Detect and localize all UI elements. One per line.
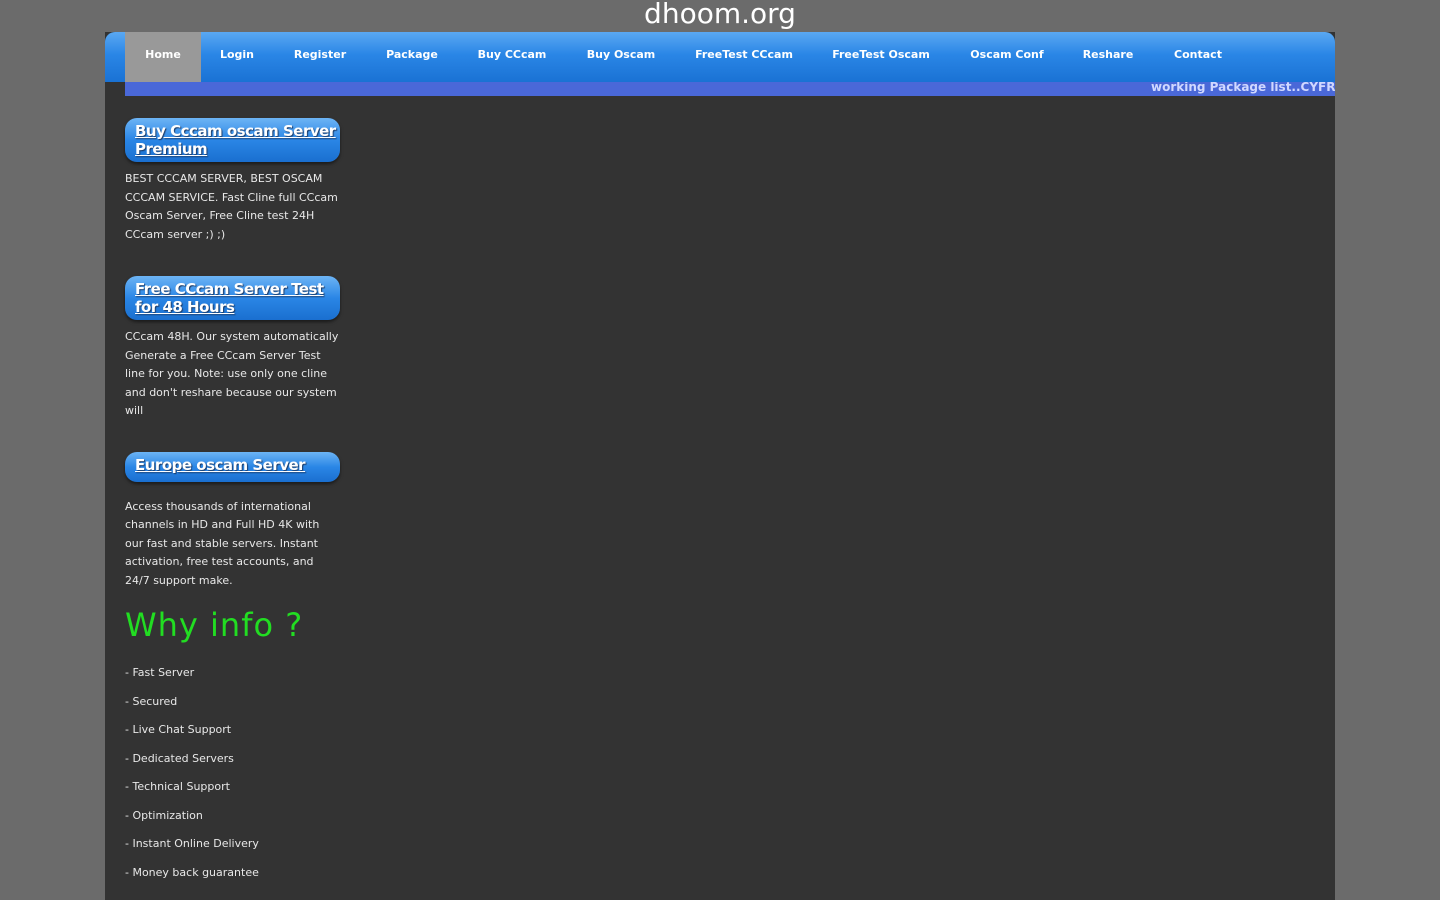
box-description: CCcam 48H. Our system automatically Gene… — [125, 330, 339, 417]
nav-item-package[interactable]: Package — [371, 32, 453, 82]
nav-item-buy-cccam[interactable]: Buy CCcam — [467, 32, 557, 82]
list-item: - Fast Server — [125, 666, 195, 679]
list-item: - Optimization — [125, 808, 203, 822]
box-description: Access thousands of international channe… — [125, 499, 320, 587]
box-description: BEST CCCAM SERVER, BEST OSCAM CCCAM SERV… — [125, 172, 338, 241]
news-ticker: working Package list..CYFR — [125, 82, 1335, 96]
nav-item-oscam-conf[interactable]: Oscam Conf — [961, 32, 1053, 82]
nav-item-freetest-oscam[interactable]: FreeTest Oscam — [823, 32, 939, 82]
nav-item-buy-oscam[interactable]: Buy Oscam — [577, 32, 665, 82]
list-item: - Secured — [125, 694, 178, 708]
list-item: - Dedicated Servers — [125, 751, 234, 765]
nav-item-home[interactable]: Home — [125, 32, 201, 82]
list-item: - Technical Support — [125, 780, 230, 793]
page-frame: Home Login Register Package Buy CCcam Bu… — [105, 32, 1335, 900]
ticker-text[interactable]: working Package list..CYFR — [1151, 82, 1335, 94]
nav-item-register[interactable]: Register — [277, 32, 363, 82]
why-info-heading: Why info ? — [125, 606, 304, 644]
nav-item-freetest-cccam[interactable]: FreeTest CCcam — [685, 32, 803, 82]
site-title: dhoom.org — [644, 0, 796, 30]
nav-item-contact[interactable]: Contact — [1163, 32, 1233, 82]
sidebar-box-buy-server: Buy Cccam oscam Server Premium BEST CCCA… — [125, 118, 340, 244]
box-title-link[interactable]: Buy Cccam oscam Server Premium — [125, 118, 340, 162]
list-item: - Instant Online Delivery — [125, 837, 259, 850]
nav-item-login[interactable]: Login — [201, 32, 273, 82]
list-item: - Money back guarantee — [125, 865, 259, 879]
why-info-list: - Fast Server - Secured - Live Chat Supp… — [125, 665, 259, 893]
list-item: - Live Chat Support — [125, 723, 232, 736]
main-navbar: Home Login Register Package Buy CCcam Bu… — [105, 32, 1335, 82]
nav-item-reshare[interactable]: Reshare — [1073, 32, 1143, 82]
box-title-link[interactable]: Free CCcam Server Test for 48 Hours — [125, 276, 340, 320]
sidebar-box-europe-oscam: Europe oscam Server Access thousands of … — [125, 451, 340, 591]
sidebar: Buy Cccam oscam Server Premium BEST CCCA… — [125, 118, 340, 590]
sidebar-box-free-test: Free CCcam Server Test for 48 Hours CCca… — [125, 276, 340, 421]
box-title-link[interactable]: Europe oscam Server — [125, 451, 340, 482]
